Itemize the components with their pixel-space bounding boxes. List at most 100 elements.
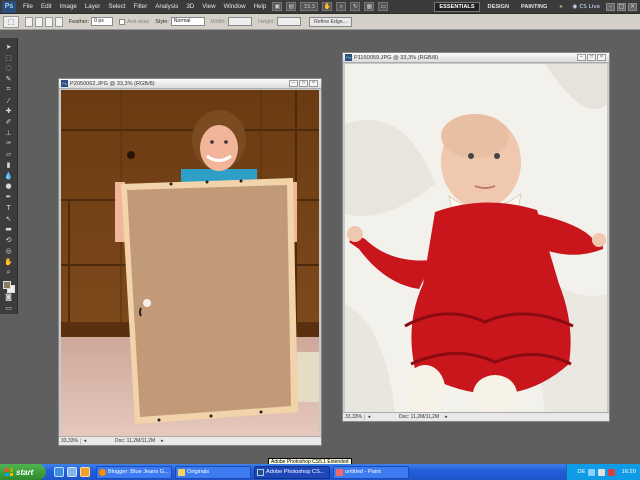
document-title-bar[interactable]: Ps P1150059.JPG @ 33,3% (RGB/8) – □ × bbox=[343, 53, 609, 63]
menu-file[interactable]: File bbox=[19, 3, 37, 10]
menu-window[interactable]: Window bbox=[220, 3, 250, 10]
menu-filter[interactable]: Filter bbox=[130, 3, 152, 10]
intersect-selection-icon[interactable] bbox=[55, 16, 63, 27]
eyedropper-tool-icon[interactable]: ⁄ bbox=[2, 96, 15, 106]
security-icon[interactable] bbox=[608, 468, 616, 476]
menu-view[interactable]: View bbox=[198, 3, 219, 10]
antialias-checkbox[interactable] bbox=[119, 18, 126, 25]
new-selection-icon[interactable] bbox=[25, 16, 33, 27]
document-close-button[interactable]: × bbox=[309, 80, 318, 87]
image-canvas[interactable] bbox=[61, 90, 319, 437]
paint-icon bbox=[336, 468, 343, 476]
clone-stamp-tool-icon[interactable]: ⊥ bbox=[2, 128, 15, 138]
menu-select[interactable]: Select bbox=[104, 3, 129, 10]
screen-mode-icon[interactable]: ▭ bbox=[2, 303, 15, 313]
color-swatches[interactable] bbox=[2, 280, 15, 294]
document-close-button[interactable]: × bbox=[597, 54, 606, 61]
document-zoom[interactable]: 33,33% bbox=[343, 414, 365, 420]
zoom-level[interactable]: 33,3 bbox=[300, 2, 319, 11]
width-input[interactable] bbox=[228, 17, 253, 26]
workspace-essentials[interactable]: ESSENTIALS bbox=[434, 1, 480, 12]
history-brush-tool-icon[interactable]: ✑ bbox=[2, 139, 15, 149]
workspace-design[interactable]: DESIGN bbox=[484, 3, 513, 11]
feather-input[interactable]: 0 px bbox=[91, 17, 114, 26]
document-zoom[interactable]: 33,33% bbox=[59, 438, 81, 444]
tool-preset-picker[interactable]: ⬚ bbox=[3, 15, 19, 28]
status-expand-icon[interactable]: ▸ bbox=[161, 438, 164, 444]
menu-edit[interactable]: Edit bbox=[37, 3, 56, 10]
image-canvas[interactable] bbox=[345, 64, 607, 413]
menu-image[interactable]: Image bbox=[56, 3, 81, 10]
menu-help[interactable]: Help bbox=[250, 3, 271, 10]
3d-orbit-tool-icon[interactable]: ◎ bbox=[2, 246, 15, 256]
start-button[interactable]: start bbox=[0, 464, 46, 480]
menu-layer[interactable]: Layer bbox=[81, 3, 104, 10]
hand-tool-icon[interactable]: ✋ bbox=[2, 257, 15, 267]
photoshop-logo: Ps bbox=[2, 0, 16, 13]
healing-brush-tool-icon[interactable]: ✚ bbox=[2, 106, 15, 116]
type-tool-icon[interactable]: T bbox=[2, 203, 15, 213]
menu-analysis[interactable]: Analysis bbox=[151, 3, 182, 10]
document-window-left[interactable]: Ps P2050062.JPG @ 33,3% (RGB/8) – □ × 33… bbox=[58, 78, 322, 446]
document-minimize-button[interactable]: – bbox=[577, 54, 586, 61]
volume-icon[interactable] bbox=[598, 468, 606, 476]
cs-live-button[interactable]: ◉ CS Live bbox=[572, 4, 600, 10]
status-expand-icon[interactable]: ▸ bbox=[445, 414, 448, 420]
zoom-tool-icon[interactable]: ⌕ bbox=[2, 267, 15, 277]
lasso-tool-icon[interactable]: ◌ bbox=[2, 63, 15, 73]
task-blogger[interactable]: Blogger: Blue Jeans G... bbox=[96, 465, 172, 479]
crop-tool-icon[interactable]: ⌗ bbox=[2, 85, 15, 95]
antialias-label: Anti-alias bbox=[127, 18, 150, 25]
pen-tool-icon[interactable]: ✒ bbox=[2, 192, 15, 202]
eraser-tool-icon[interactable]: ▱ bbox=[2, 149, 15, 159]
menu-3d[interactable]: 3D bbox=[182, 3, 198, 10]
path-selection-tool-icon[interactable]: ↖ bbox=[2, 214, 15, 224]
marquee-tool-icon[interactable]: ⬚ bbox=[2, 53, 15, 63]
style-select[interactable]: Normal bbox=[170, 17, 205, 26]
zoom-tool-icon[interactable]: ⌕ bbox=[336, 2, 347, 11]
subtract-selection-icon[interactable] bbox=[45, 16, 53, 27]
3d-rotate-tool-icon[interactable]: ⟲ bbox=[2, 235, 15, 245]
dodge-tool-icon[interactable]: ● bbox=[2, 182, 15, 192]
mini-bridge-icon[interactable]: ▤ bbox=[286, 2, 297, 11]
screen-mode-icon[interactable]: ▭ bbox=[378, 2, 389, 11]
arrange-documents-icon[interactable]: ▦ bbox=[364, 2, 375, 11]
workspace-more-button[interactable]: » bbox=[555, 3, 566, 11]
quick-launch-desktop-icon[interactable] bbox=[67, 467, 77, 477]
minimize-button[interactable]: – bbox=[606, 2, 615, 11]
blur-tool-icon[interactable]: 💧 bbox=[2, 171, 15, 181]
photo-baby-red-dress bbox=[345, 64, 607, 413]
workspace-painting[interactable]: PAINTING bbox=[517, 3, 551, 11]
status-menu-icon[interactable]: ◂ bbox=[365, 414, 373, 420]
rotate-view-icon[interactable]: ↻ bbox=[350, 2, 361, 11]
brush-tool-icon[interactable]: ✐ bbox=[2, 117, 15, 127]
quick-mask-icon[interactable]: ◙ bbox=[2, 293, 15, 303]
quick-launch-browser-icon[interactable] bbox=[54, 467, 64, 477]
height-input[interactable] bbox=[277, 17, 302, 26]
bridge-icon[interactable]: ▣ bbox=[272, 2, 283, 11]
move-tool-icon[interactable]: ➤ bbox=[2, 42, 15, 52]
language-indicator[interactable]: DE bbox=[577, 469, 585, 475]
document-status-bar: 33,33% ◂ Doc: 11,2M/11,2M ▸ bbox=[59, 436, 321, 445]
foreground-color-swatch[interactable] bbox=[3, 281, 11, 290]
close-button[interactable]: × bbox=[628, 2, 637, 11]
quick-launch-media-icon[interactable] bbox=[80, 467, 90, 477]
refine-edge-button[interactable]: Refine Edge... bbox=[309, 16, 352, 27]
task-paint[interactable]: untitled - Paint bbox=[333, 465, 409, 479]
document-title-bar[interactable]: Ps P2050062.JPG @ 33,3% (RGB/8) – □ × bbox=[59, 79, 321, 89]
hand-tool-icon[interactable]: ✋ bbox=[322, 2, 333, 11]
document-status-bar: 33,33% ◂ Doc: 11,2M/11,2M ▸ bbox=[343, 412, 609, 421]
document-minimize-button[interactable]: – bbox=[289, 80, 298, 87]
document-window-right[interactable]: Ps P1150059.JPG @ 33,3% (RGB/8) – □ × 33… bbox=[342, 52, 610, 422]
quick-selection-tool-icon[interactable]: ✎ bbox=[2, 74, 15, 84]
document-maximize-button[interactable]: □ bbox=[587, 54, 596, 61]
task-originals[interactable]: Originals bbox=[175, 465, 251, 479]
maximize-button[interactable]: □ bbox=[617, 2, 626, 11]
network-icon[interactable] bbox=[588, 468, 596, 476]
add-selection-icon[interactable] bbox=[35, 16, 43, 27]
task-photoshop[interactable]: Adobe Photoshop CS... bbox=[254, 465, 330, 479]
gradient-tool-icon[interactable]: ▮ bbox=[2, 160, 15, 170]
shape-tool-icon[interactable]: ▬ bbox=[2, 224, 15, 234]
document-maximize-button[interactable]: □ bbox=[299, 80, 308, 87]
status-menu-icon[interactable]: ◂ bbox=[81, 438, 89, 444]
